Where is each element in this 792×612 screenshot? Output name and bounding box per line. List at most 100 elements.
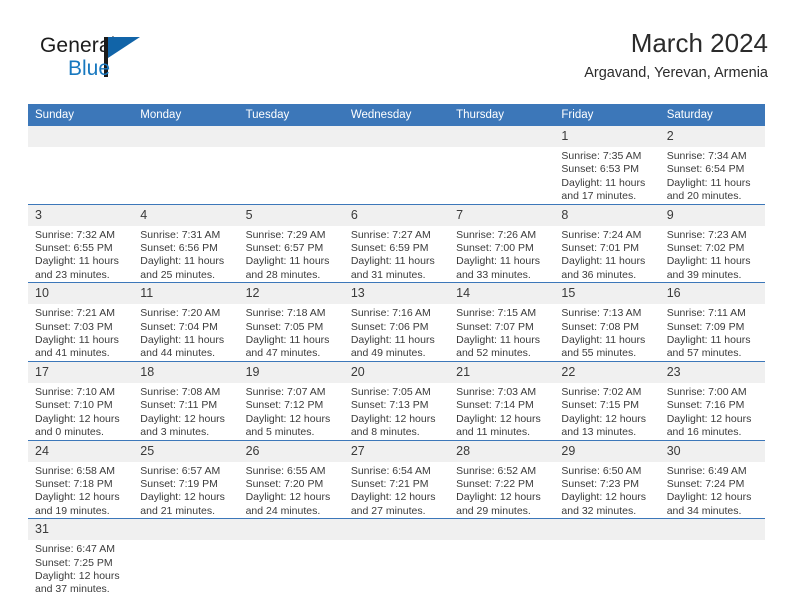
day-cell[interactable]: 27 Sunrise: 6:54 AM Sunset: 7:21 PM Dayl… — [343, 439, 450, 519]
day-cell[interactable]: 2 Sunrise: 7:34 AM Sunset: 6:54 PM Dayli… — [659, 126, 765, 205]
day-cell[interactable]: 16 Sunrise: 7:11 AM Sunset: 7:09 PM Dayl… — [659, 282, 765, 362]
day-number — [343, 519, 450, 541]
day-number: 3 — [28, 204, 134, 226]
day-cell[interactable] — [449, 518, 555, 597]
day-cell[interactable]: 19 Sunrise: 7:07 AM Sunset: 7:12 PM Dayl… — [238, 360, 344, 440]
daylight-text-line1: Daylight: 11 hours — [561, 176, 646, 189]
day-cell[interactable]: 11 Sunrise: 7:20 AM Sunset: 7:04 PM Dayl… — [133, 282, 239, 362]
daylight-text-line1: Daylight: 11 hours — [561, 334, 646, 347]
daylight-text-line2: and 33 minutes. — [456, 268, 531, 281]
day-cell[interactable]: 17 Sunrise: 7:10 AM Sunset: 7:10 PM Dayl… — [28, 360, 134, 440]
page-title: March 2024 — [630, 28, 768, 58]
day-number — [133, 126, 239, 147]
day-cell[interactable] — [554, 518, 660, 597]
day-number: 5 — [238, 204, 344, 226]
daylight-text-line2: and 41 minutes. — [35, 347, 110, 360]
day-cell[interactable]: 4 Sunrise: 7:31 AM Sunset: 6:56 PM Dayli… — [133, 203, 239, 283]
sunrise-text: Sunrise: 7:18 AM — [245, 307, 326, 320]
week-row: 31 Sunrise: 6:47 AM Sunset: 7:25 PM Dayl… — [28, 518, 765, 597]
day-number: 12 — [238, 283, 344, 305]
sunrise-text: Sunrise: 7:07 AM — [245, 385, 326, 398]
daylight-text-line1: Daylight: 11 hours — [245, 255, 330, 268]
day-info — [344, 540, 449, 543]
sunrise-text: Sunrise: 7:23 AM — [666, 228, 747, 241]
day-cell[interactable]: 5 Sunrise: 7:29 AM Sunset: 6:57 PM Dayli… — [238, 203, 344, 283]
sunrise-text: Sunrise: 6:52 AM — [456, 464, 537, 477]
day-cell[interactable] — [343, 518, 450, 597]
day-number: 20 — [343, 361, 450, 383]
daylight-text-line1: Daylight: 11 hours — [666, 334, 751, 347]
day-info: Sunrise: 7:27 AM Sunset: 6:59 PM Dayligh… — [344, 226, 449, 283]
day-cell[interactable]: 25 Sunrise: 6:57 AM Sunset: 7:19 PM Dayl… — [133, 439, 239, 519]
daylight-text-line2: and 25 minutes. — [140, 268, 215, 281]
day-cell[interactable]: 7 Sunrise: 7:26 AM Sunset: 7:00 PM Dayli… — [449, 203, 555, 283]
day-cell[interactable] — [28, 126, 134, 205]
sunset-text: Sunset: 7:06 PM — [350, 320, 429, 333]
day-cell[interactable]: 30 Sunrise: 6:49 AM Sunset: 7:24 PM Dayl… — [659, 439, 765, 519]
day-cell[interactable]: 14 Sunrise: 7:15 AM Sunset: 7:07 PM Dayl… — [449, 282, 555, 362]
day-cell[interactable]: 15 Sunrise: 7:13 AM Sunset: 7:08 PM Dayl… — [554, 282, 660, 362]
day-cell[interactable]: 12 Sunrise: 7:18 AM Sunset: 7:05 PM Dayl… — [238, 282, 344, 362]
weekday-header-tuesday: Tuesday — [238, 104, 344, 126]
daylight-text-line2: and 34 minutes. — [666, 504, 742, 517]
daylight-text-line2: and 0 minutes. — [35, 426, 104, 439]
day-cell[interactable] — [133, 518, 239, 597]
sunrise-text: Sunrise: 7:34 AM — [666, 150, 747, 162]
day-number: 22 — [554, 361, 660, 383]
day-cell[interactable] — [133, 126, 239, 205]
sunset-text: Sunset: 7:01 PM — [561, 242, 640, 255]
daylight-text-line1: Daylight: 12 hours — [35, 412, 120, 425]
daylight-text-line2: and 37 minutes. — [35, 583, 110, 596]
daylight-text-line1: Daylight: 12 hours — [561, 491, 647, 504]
sunset-text: Sunset: 7:23 PM — [561, 477, 640, 490]
day-info — [133, 147, 238, 150]
day-cell[interactable]: 31 Sunrise: 6:47 AM Sunset: 7:25 PM Dayl… — [28, 518, 134, 597]
weekday-header-sunday: Sunday — [28, 104, 134, 126]
day-info: Sunrise: 7:13 AM Sunset: 7:08 PM Dayligh… — [554, 304, 659, 361]
sunrise-text: Sunrise: 6:47 AM — [35, 543, 115, 556]
day-cell[interactable]: 18 Sunrise: 7:08 AM Sunset: 7:11 PM Dayl… — [133, 360, 239, 440]
sunrise-text: Sunrise: 6:57 AM — [140, 464, 221, 477]
sunset-text: Sunset: 6:59 PM — [350, 242, 429, 255]
day-cell[interactable] — [449, 126, 555, 205]
weekday-header-saturday: Saturday — [659, 104, 765, 126]
sunset-text: Sunset: 7:10 PM — [35, 399, 113, 412]
sunset-text: Sunset: 6:53 PM — [561, 163, 640, 176]
day-cell[interactable]: 21 Sunrise: 7:03 AM Sunset: 7:14 PM Dayl… — [449, 360, 555, 440]
day-cell[interactable]: 23 Sunrise: 7:00 AM Sunset: 7:16 PM Dayl… — [659, 360, 765, 440]
sunset-text: Sunset: 7:12 PM — [245, 399, 324, 412]
sunrise-text: Sunrise: 6:49 AM — [666, 464, 747, 477]
day-cell[interactable]: 1 Sunrise: 7:35 AM Sunset: 6:53 PM Dayli… — [554, 126, 660, 205]
daylight-text-line1: Daylight: 11 hours — [350, 255, 435, 268]
day-cell[interactable]: 13 Sunrise: 7:16 AM Sunset: 7:06 PM Dayl… — [343, 282, 450, 362]
day-info — [239, 147, 344, 150]
week-row: 17 Sunrise: 7:10 AM Sunset: 7:10 PM Dayl… — [28, 360, 765, 440]
weekday-header-wednesday: Wednesday — [343, 104, 450, 126]
day-cell[interactable]: 10 Sunrise: 7:21 AM Sunset: 7:03 PM Dayl… — [28, 282, 134, 362]
day-cell[interactable]: 20 Sunrise: 7:05 AM Sunset: 7:13 PM Dayl… — [343, 360, 450, 440]
day-cell[interactable] — [343, 126, 450, 205]
daylight-text-line2: and 8 minutes. — [350, 426, 420, 439]
sunset-text: Sunset: 7:13 PM — [350, 399, 429, 412]
day-cell[interactable]: 3 Sunrise: 7:32 AM Sunset: 6:55 PM Dayli… — [28, 203, 134, 283]
day-number: 25 — [133, 440, 239, 462]
day-cell[interactable] — [238, 126, 344, 205]
daylight-text-line1: Daylight: 11 hours — [456, 255, 540, 268]
day-cell[interactable] — [659, 518, 765, 597]
day-cell[interactable]: 26 Sunrise: 6:55 AM Sunset: 7:20 PM Dayl… — [238, 439, 344, 519]
day-info — [28, 147, 133, 150]
day-cell[interactable]: 29 Sunrise: 6:50 AM Sunset: 7:23 PM Dayl… — [554, 439, 660, 519]
daylight-text-line2: and 52 minutes. — [456, 347, 531, 360]
daylight-text-line1: Daylight: 12 hours — [35, 491, 120, 504]
day-cell[interactable]: 22 Sunrise: 7:02 AM Sunset: 7:15 PM Dayl… — [554, 360, 660, 440]
day-cell[interactable]: 24 Sunrise: 6:58 AM Sunset: 7:18 PM Dayl… — [28, 439, 134, 519]
day-info: Sunrise: 7:15 AM Sunset: 7:07 PM Dayligh… — [449, 304, 554, 361]
sunset-text: Sunset: 7:04 PM — [140, 320, 218, 333]
day-cell[interactable]: 9 Sunrise: 7:23 AM Sunset: 7:02 PM Dayli… — [659, 203, 765, 283]
weekday-header-monday: Monday — [133, 104, 239, 126]
day-cell[interactable] — [238, 518, 344, 597]
day-cell[interactable]: 28 Sunrise: 6:52 AM Sunset: 7:22 PM Dayl… — [449, 439, 555, 519]
day-cell[interactable]: 6 Sunrise: 7:27 AM Sunset: 6:59 PM Dayli… — [343, 203, 450, 283]
daylight-text-line1: Daylight: 12 hours — [456, 412, 541, 425]
day-cell[interactable]: 8 Sunrise: 7:24 AM Sunset: 7:01 PM Dayli… — [554, 203, 660, 283]
